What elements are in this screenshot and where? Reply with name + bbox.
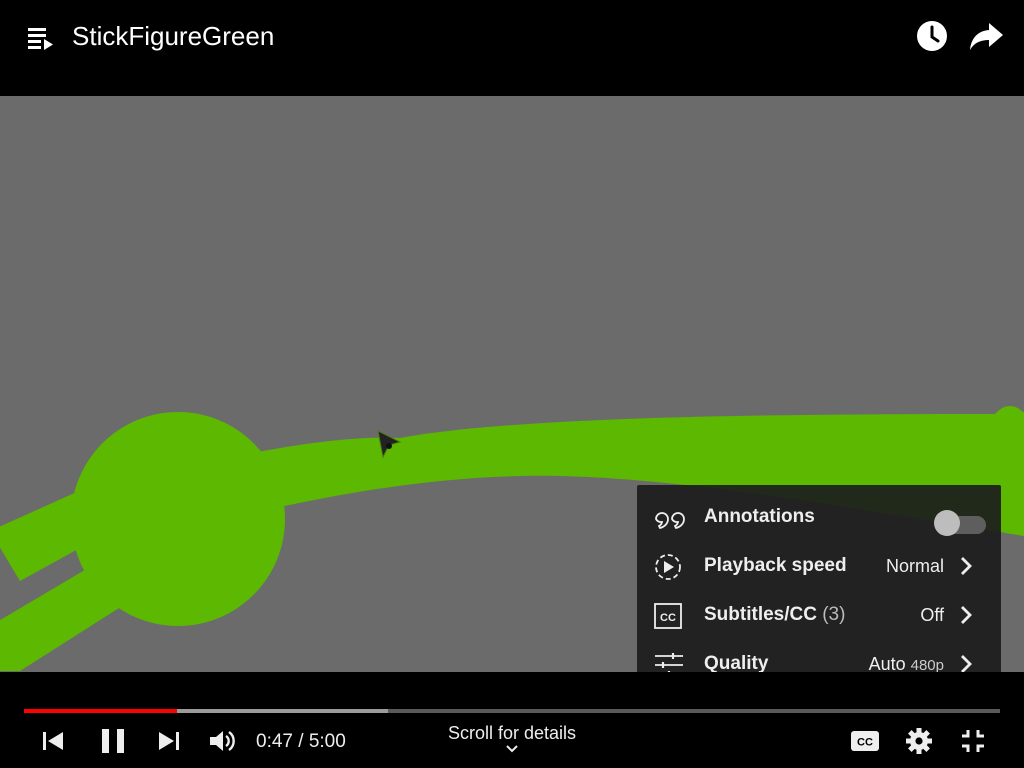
- gear-icon: [906, 728, 932, 754]
- exit-fullscreen-button[interactable]: [960, 728, 986, 754]
- playback-speed-value: Normal: [885, 556, 944, 576]
- chevron-right-icon: [961, 606, 972, 624]
- quality-value: Auto 480p: [869, 652, 944, 672]
- share-arrow-icon: [970, 23, 1003, 50]
- video-player[interactable]: Annotations Playback speed Normal CC Sub…: [0, 96, 1024, 672]
- cc-icon: CC: [654, 603, 682, 629]
- pause-icon: [102, 729, 124, 753]
- menu-item-quality[interactable]: Quality Auto 480p: [637, 640, 1001, 672]
- scroll-for-details[interactable]: Scroll for details: [412, 722, 612, 754]
- top-bar: StickFigureGreen: [0, 0, 1024, 96]
- settings-button[interactable]: [905, 727, 933, 755]
- subtitles-value: Off: [920, 605, 944, 625]
- cc-icon: CC: [851, 731, 879, 751]
- subtitles-label-text: Subtitles/CC: [704, 604, 817, 625]
- next-button[interactable]: [156, 728, 182, 754]
- annotations-label: Annotations: [704, 506, 815, 527]
- quality-value-resolution: 480p: [910, 657, 944, 672]
- menu-item-annotations[interactable]: Annotations: [637, 493, 1001, 542]
- watch-later-button[interactable]: [914, 18, 950, 54]
- chevron-right-icon: [961, 557, 972, 575]
- progress-played: [24, 709, 178, 713]
- sliders-icon: [655, 653, 683, 672]
- toggle-knob: [934, 510, 960, 536]
- video-title[interactable]: StickFigureGreen: [72, 20, 274, 52]
- progress-bar[interactable]: [24, 709, 1000, 713]
- subtitles-count: (3): [822, 604, 846, 625]
- chevron-right-icon: [961, 655, 972, 672]
- svg-text:CC: CC: [857, 737, 873, 749]
- menu-item-playback-speed[interactable]: Playback speed Normal: [637, 542, 1001, 591]
- pause-button[interactable]: [99, 726, 127, 756]
- share-button[interactable]: [967, 18, 1005, 54]
- subtitles-label: Subtitles/CC (3): [704, 603, 845, 627]
- quality-label: Quality: [704, 653, 769, 672]
- playback-speed-icon: [655, 554, 681, 580]
- svg-text:CC: CC: [660, 612, 676, 624]
- exit-fullscreen-icon: [962, 730, 984, 752]
- playlist-queue-icon: [28, 28, 53, 50]
- settings-menu: Annotations Playback speed Normal CC Sub…: [637, 485, 1001, 672]
- volume-icon: [210, 731, 235, 751]
- time-display: 0:47 / 5:00: [256, 731, 346, 752]
- skip-previous-icon: [43, 732, 63, 750]
- captions-button[interactable]: CC: [850, 728, 880, 754]
- quote-icon: [655, 512, 685, 530]
- clock-icon: [917, 21, 947, 51]
- quality-value-main: Auto: [868, 654, 906, 672]
- playback-speed-label: Playback speed: [704, 555, 847, 576]
- volume-button[interactable]: [207, 727, 237, 755]
- player-controls: 0:47 / 5:00 Scroll for details CC: [0, 672, 1024, 768]
- scroll-hint-label: Scroll for details: [447, 723, 577, 743]
- playlist-button[interactable]: [24, 22, 56, 54]
- chevron-down-icon: [506, 745, 518, 753]
- skip-next-icon: [159, 732, 179, 750]
- annotations-toggle[interactable]: [934, 510, 986, 536]
- previous-button[interactable]: [40, 728, 66, 754]
- menu-item-subtitles[interactable]: CC Subtitles/CC (3) Off: [637, 591, 1001, 640]
